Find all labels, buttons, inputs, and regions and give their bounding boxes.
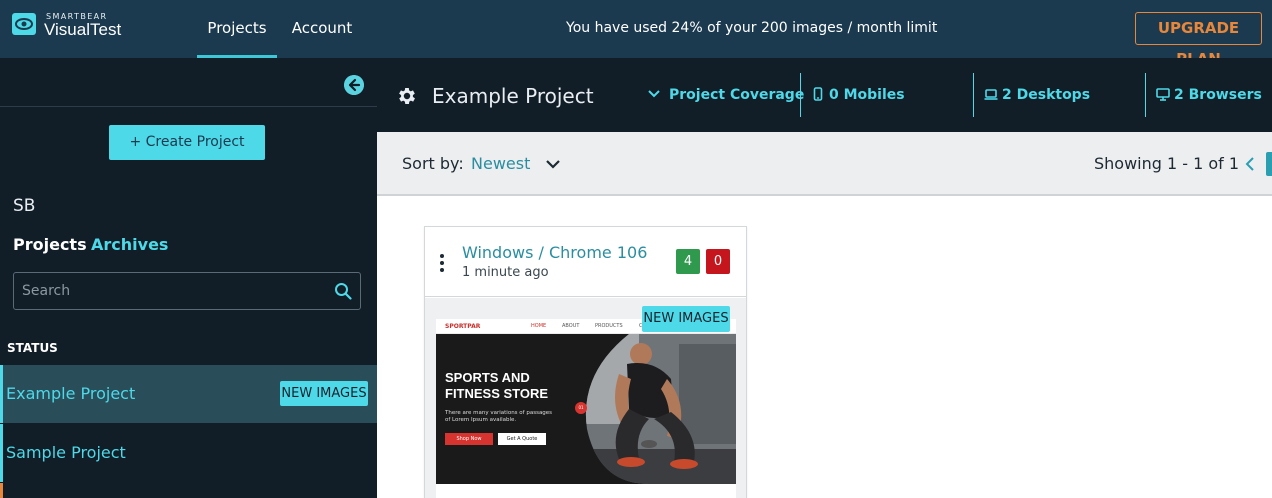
thumbnail-nav-about: ABOUT: [562, 323, 580, 329]
chevron-down-icon: [648, 90, 660, 98]
thumbnail-marker: 01: [575, 402, 587, 414]
thumbnail-nav-products: PRODUCTS: [595, 323, 623, 329]
tab-archives[interactable]: Archives: [91, 235, 168, 254]
status-heading: STATUS: [7, 341, 58, 355]
sidebar-project-example[interactable]: Example Project NEW IMAGES: [0, 365, 377, 423]
nav-projects[interactable]: Projects: [197, 0, 277, 58]
failed-count-badge: 0: [706, 249, 730, 274]
sidebar: + Create Project SB Projects Archives ST…: [0, 58, 377, 498]
desktops-stat[interactable]: 2 Desktops: [984, 87, 1090, 103]
search-box: [13, 272, 361, 310]
sidebar-header: [0, 58, 377, 107]
laptop-icon: [984, 89, 998, 100]
project-name: Example Project: [6, 384, 136, 403]
collapse-sidebar-icon[interactable]: [344, 75, 364, 95]
eye-logo-icon: [12, 13, 36, 35]
search-icon[interactable]: [334, 282, 352, 300]
mobiles-stat[interactable]: 0 Mobiles: [811, 87, 905, 103]
chevron-down-icon[interactable]: [545, 157, 561, 171]
usage-text: You have used 24% of your 200 images / m…: [566, 20, 938, 36]
gear-icon[interactable]: [396, 85, 418, 107]
thumbnail-quote-button: Get A Quote: [498, 433, 546, 445]
thumbnail-body: There are many variations of passages of…: [445, 410, 553, 423]
monitor-icon: [1156, 88, 1170, 101]
sort-label: Sort by:: [402, 154, 464, 173]
nav-account[interactable]: Account: [287, 0, 357, 58]
sort-select[interactable]: Newest: [471, 154, 530, 173]
desktops-count: 2 Desktops: [1002, 87, 1091, 103]
thumbnail-headline-line1: SPORTS AND: [445, 370, 530, 385]
card-preview[interactable]: SPORTPAR HOME ABOUT PRODUCTS C SPORTS AN…: [425, 298, 746, 498]
upgrade-plan-button[interactable]: UPGRADE PLAN: [1135, 12, 1262, 68]
next-page-button[interactable]: [1266, 152, 1272, 176]
divider: [1145, 73, 1146, 117]
project-header: Example Project Project Coverage 0 Mobil…: [377, 58, 1272, 132]
thumbnail-nav-home: HOME: [531, 323, 547, 329]
smartbear-logo[interactable]: SMARTBEAR VisualTest: [11, 10, 141, 40]
browsers-stat[interactable]: 2 Browsers: [1156, 87, 1262, 103]
search-input[interactable]: [22, 273, 322, 309]
thumbnail-brand: SPORTPAR: [445, 323, 481, 330]
mobile-icon: [813, 87, 823, 101]
project-coverage-toggle[interactable]: Project Coverage: [647, 87, 804, 103]
run-card[interactable]: Windows / Chrome 106 1 minute ago 4 0 SP…: [424, 226, 747, 498]
new-images-badge: NEW IMAGES: [642, 306, 730, 332]
run-timestamp: 1 minute ago: [462, 265, 549, 280]
create-project-button[interactable]: + Create Project: [109, 125, 265, 160]
mobiles-count: 0 Mobiles: [829, 87, 905, 103]
athlete-photo: [585, 334, 736, 484]
sidebar-project-sample[interactable]: Sample Project: [0, 424, 377, 482]
coverage-label: Project Coverage: [669, 87, 805, 103]
org-name: SB: [13, 196, 36, 216]
tab-projects[interactable]: Projects: [13, 235, 87, 254]
passed-count-badge: 4: [676, 249, 700, 274]
logo-product: VisualTest: [44, 20, 122, 39]
pagination-summary: Showing 1 - 1 of 1: [1094, 154, 1240, 173]
next-project-edge: [0, 483, 3, 498]
thumbnail-hero: SPORTS AND FITNESS STORE There are many …: [436, 334, 736, 484]
new-images-badge: NEW IMAGES: [280, 381, 368, 406]
thumbnail-headline-line2: FITNESS STORE: [445, 386, 549, 401]
screenshot-thumbnail: SPORTPAR HOME ABOUT PRODUCTS C SPORTS AN…: [436, 319, 736, 498]
run-title[interactable]: Windows / Chrome 106: [462, 243, 647, 262]
thumbnail-headline: SPORTS AND FITNESS STORE: [445, 370, 548, 402]
browsers-count: 2 Browsers: [1174, 87, 1262, 103]
divider: [973, 73, 974, 117]
page-title: Example Project: [432, 84, 594, 108]
project-name: Sample Project: [6, 443, 126, 462]
chevron-left-icon[interactable]: [1245, 156, 1255, 172]
results-area: Windows / Chrome 106 1 minute ago 4 0 SP…: [377, 198, 1272, 498]
divider: [800, 73, 801, 117]
card-header: Windows / Chrome 106 1 minute ago 4 0: [425, 227, 746, 297]
thumbnail-shop-button: Shop Now: [445, 433, 493, 445]
top-bar: SMARTBEAR VisualTest Projects Account Yo…: [0, 0, 1272, 68]
sort-bar: Sort by: Newest Showing 1 - 1 of 1: [377, 132, 1272, 196]
more-options-icon[interactable]: [439, 253, 445, 273]
